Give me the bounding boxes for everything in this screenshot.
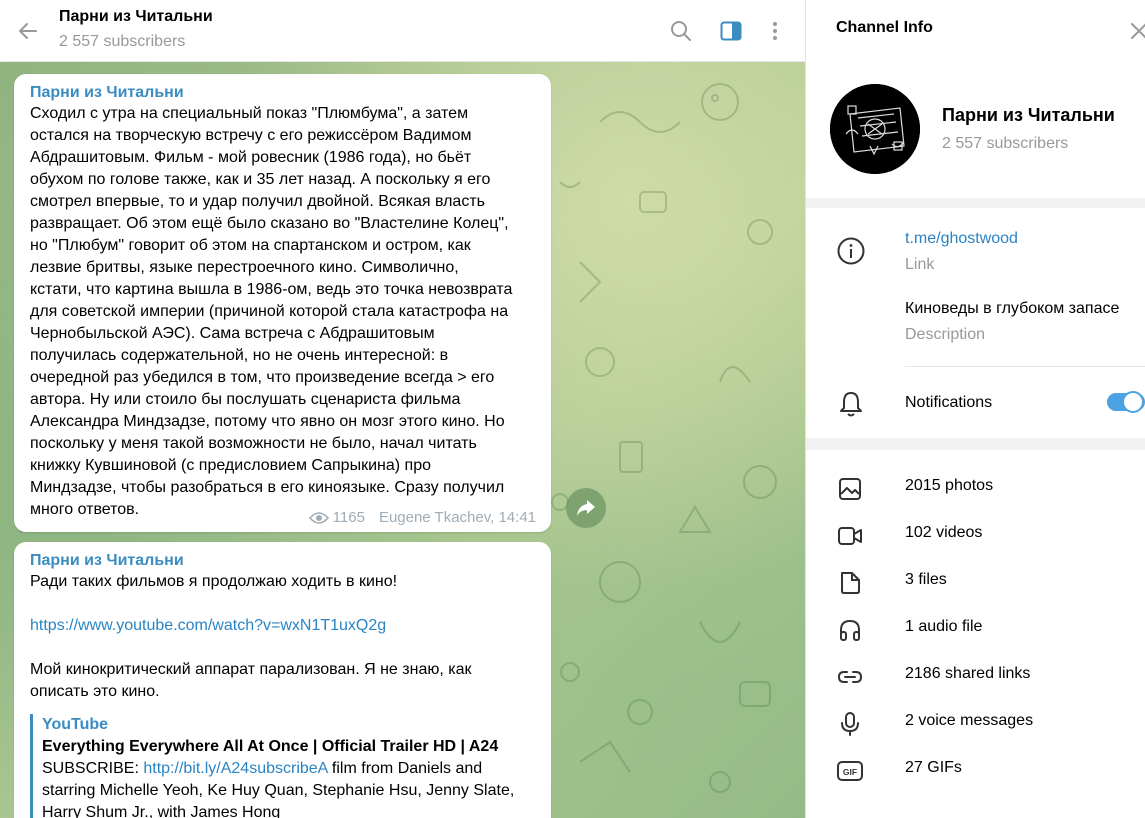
message-author[interactable]: Парни из Читальни bbox=[30, 83, 535, 103]
media-card: 2015 photos 102 videos 3 files 1 audio f… bbox=[806, 450, 1145, 818]
channel-description[interactable]: Киноведы в глубоком запасе bbox=[905, 300, 1119, 318]
toggle-sidebar-button[interactable] bbox=[716, 16, 746, 46]
media-row-label: 2186 shared links bbox=[905, 665, 1031, 682]
info-header: Channel Info bbox=[806, 0, 1145, 62]
more-button[interactable] bbox=[760, 16, 790, 46]
message-text: Сходил с утра на специальный показ "Плюм… bbox=[30, 105, 513, 518]
channel-logo-icon bbox=[830, 84, 920, 174]
bell-icon bbox=[838, 390, 864, 423]
media-row-label: 2015 photos bbox=[905, 477, 994, 494]
channel-link[interactable]: t.me/ghostwood bbox=[905, 230, 1018, 248]
channel-name: Парни из Читальни bbox=[942, 105, 1115, 125]
forward-button[interactable] bbox=[566, 488, 606, 528]
message-bubble[interactable]: Парни из Читальни Ради таких фильмов я п… bbox=[14, 542, 551, 818]
eye-icon bbox=[308, 511, 329, 524]
media-row-videos[interactable]: 102 videos bbox=[806, 511, 1145, 557]
channel-info-panel: Channel Info Парни из Читальни 2 557 sub… bbox=[805, 0, 1145, 818]
notifications-label: Notifications bbox=[905, 394, 993, 411]
video-icon bbox=[836, 522, 864, 550]
message-views: 1165 bbox=[332, 509, 365, 526]
more-vertical-icon bbox=[773, 22, 777, 40]
media-row-label: 1 audio file bbox=[905, 618, 983, 635]
message-meta: 1165 Eugene Tkachev, 14:41 bbox=[308, 509, 536, 526]
close-button[interactable] bbox=[1124, 16, 1145, 46]
channel-link-label: Link bbox=[905, 256, 935, 273]
media-row-gifs[interactable]: GIF 27 GIFs bbox=[806, 746, 1145, 792]
chat-pane: Парни из Читальни 2 557 subscribers Парн… bbox=[0, 0, 805, 818]
channel-subscribers: 2 557 subscribers bbox=[942, 135, 1069, 152]
chat-title[interactable]: Парни из Читальни bbox=[59, 8, 213, 26]
link-preview[interactable]: YouTube Everything Everywhere All At Onc… bbox=[30, 714, 535, 818]
back-button[interactable] bbox=[12, 15, 44, 47]
media-row-voice[interactable]: 2 voice messages bbox=[806, 699, 1145, 745]
media-row-label: 3 files bbox=[905, 571, 947, 588]
chat-subscribers: 2 557 subscribers bbox=[59, 33, 186, 50]
share-arrow-icon bbox=[577, 500, 595, 516]
media-row-label: 2 voice messages bbox=[905, 712, 1034, 729]
search-button[interactable] bbox=[666, 16, 696, 46]
file-icon bbox=[836, 569, 864, 597]
preview-description-line: Harry Shum Jr., with James Hong bbox=[42, 804, 281, 818]
media-row-audio[interactable]: 1 audio file bbox=[806, 605, 1145, 651]
media-row-files[interactable]: 3 files bbox=[806, 558, 1145, 604]
chat-wallpaper: Парни из Читальни Сходил с утра на специ… bbox=[0, 62, 805, 818]
toggle-knob bbox=[1122, 391, 1144, 413]
message-link[interactable]: https://www.youtube.com/watch?v=wxN1T1ux… bbox=[30, 615, 535, 637]
message-bubble[interactable]: Парни из Читальни Сходил с утра на специ… bbox=[14, 74, 551, 532]
profile-section: Парни из Читальни 2 557 subscribers bbox=[806, 62, 1145, 198]
preview-desc-rest: film from Daniels and bbox=[327, 760, 483, 777]
avatar[interactable] bbox=[830, 84, 920, 174]
notifications-toggle[interactable] bbox=[1107, 391, 1145, 413]
preview-site: YouTube bbox=[42, 716, 109, 733]
photo-icon bbox=[836, 475, 864, 503]
info-card: t.me/ghostwood Link Киноведы в глубоком … bbox=[806, 208, 1145, 438]
preview-description: SUBSCRIBE: http://bit.ly/A24subscribeA f… bbox=[42, 758, 535, 780]
headphones-icon bbox=[836, 616, 864, 644]
media-row-links[interactable]: 2186 shared links bbox=[806, 652, 1145, 698]
link-icon bbox=[836, 663, 864, 691]
media-row-label: 27 GIFs bbox=[905, 759, 962, 776]
close-icon bbox=[1131, 23, 1145, 39]
divider bbox=[905, 366, 1145, 367]
gif-icon: GIF bbox=[836, 757, 864, 785]
channel-description-label: Description bbox=[905, 326, 986, 343]
sidebar-icon bbox=[720, 21, 742, 41]
back-arrow-icon bbox=[19, 23, 37, 39]
svg-text:GIF: GIF bbox=[843, 767, 857, 777]
media-row-photos[interactable]: 2015 photos bbox=[806, 464, 1145, 510]
info-icon bbox=[836, 236, 866, 271]
microphone-icon bbox=[836, 710, 864, 738]
message-text-line: Мой кинокритический аппарат парализован.… bbox=[30, 661, 472, 700]
preview-description-line: starring Michelle Yeoh, Ke Huy Quan, Ste… bbox=[42, 782, 515, 799]
info-title: Channel Info bbox=[836, 19, 933, 36]
message-author[interactable]: Парни из Читальни bbox=[30, 551, 535, 571]
message-signature: Eugene Tkachev, 14:41 bbox=[378, 509, 536, 526]
preview-title: Everything Everywhere All At Once | Offi… bbox=[42, 738, 499, 755]
preview-desc-prefix: SUBSCRIBE: bbox=[42, 760, 144, 777]
search-icon bbox=[671, 21, 691, 41]
message-text-line: Ради таких фильмов я продолжаю ходить в … bbox=[30, 573, 398, 590]
chat-header: Парни из Читальни 2 557 subscribers bbox=[0, 0, 805, 62]
preview-desc-link[interactable]: http://bit.ly/A24subscribeA bbox=[143, 760, 327, 777]
media-row-label: 102 videos bbox=[905, 524, 983, 541]
